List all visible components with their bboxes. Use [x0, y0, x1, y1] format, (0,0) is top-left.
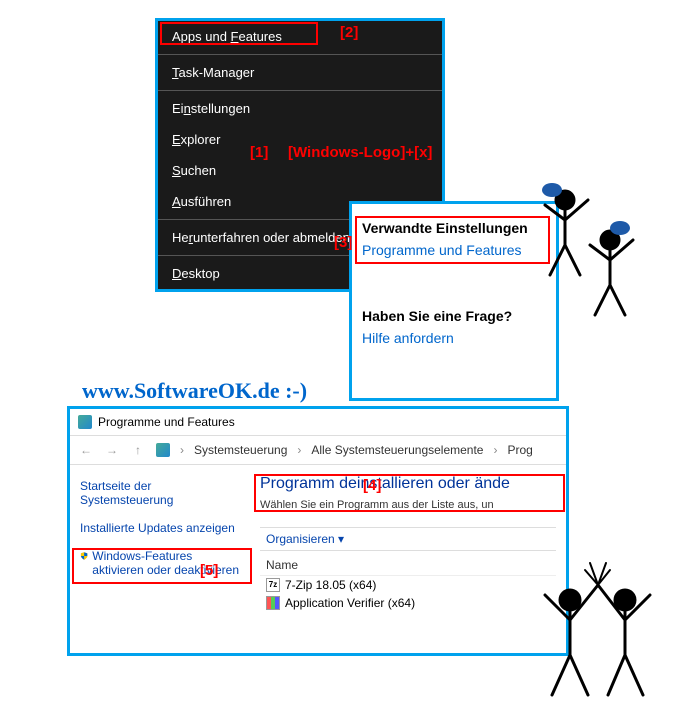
- annotation-4: [4]: [363, 477, 381, 494]
- crumb-sep-icon: ›: [297, 443, 301, 457]
- 7zip-icon: 7z: [266, 578, 280, 592]
- crumb-sep-icon: ›: [180, 443, 184, 457]
- annotation-5: [5]: [200, 562, 218, 579]
- forward-button[interactable]: →: [104, 442, 120, 458]
- program-name: 7-Zip 18.05 (x64): [285, 578, 376, 592]
- menu-item-task-manager[interactable]: Task-Manager: [158, 57, 442, 88]
- up-button[interactable]: ↑: [130, 442, 146, 458]
- window-titlebar: Programme und Features: [70, 409, 566, 436]
- annotation-1-hint: [Windows-Logo]+[x]: [288, 144, 432, 161]
- watermark-text: www.SoftwareOK.de :-): [82, 378, 307, 404]
- highlight-box-3: [355, 216, 550, 264]
- back-button[interactable]: ←: [78, 442, 94, 458]
- highlight-box-5: [72, 548, 252, 584]
- programs-features-window: Programme und Features ← → ↑ › Systemste…: [67, 406, 569, 656]
- menu-item-settings[interactable]: Einstellungen: [158, 93, 442, 124]
- annotation-3: [3]: [334, 234, 352, 251]
- program-row[interactable]: Application Verifier (x64): [260, 594, 556, 612]
- sidebar-link-home[interactable]: Startseite der Systemsteuerung: [80, 479, 240, 507]
- crumb-sep-icon: ›: [493, 443, 497, 457]
- highlight-box-2: [160, 22, 318, 45]
- program-row[interactable]: 7z 7-Zip 18.05 (x64): [260, 576, 556, 594]
- control-panel-icon: [156, 443, 170, 457]
- breadcrumb-item[interactable]: Alle Systemsteuerungselemente: [311, 443, 483, 457]
- breadcrumb-item[interactable]: Systemsteuerung: [194, 443, 287, 457]
- question-heading: Haben Sie eine Frage?: [362, 308, 546, 324]
- annotation-2: [2]: [340, 24, 358, 41]
- annotation-1: [1]: [250, 144, 268, 161]
- navigation-bar: ← → ↑ › Systemsteuerung › Alle Systemste…: [70, 436, 566, 465]
- app-icon: [266, 596, 280, 610]
- window-title: Programme und Features: [98, 415, 235, 429]
- organize-button[interactable]: Organisieren ▾: [260, 527, 556, 551]
- menu-separator: [158, 90, 442, 91]
- highlight-box-4: [254, 474, 565, 512]
- control-panel-icon: [78, 415, 92, 429]
- help-link[interactable]: Hilfe anfordern: [362, 330, 546, 346]
- sidebar-link-updates[interactable]: Installierte Updates anzeigen: [80, 521, 240, 535]
- menu-separator: [158, 54, 442, 55]
- program-name: Application Verifier (x64): [285, 596, 415, 610]
- column-header-name[interactable]: Name: [260, 555, 556, 576]
- breadcrumb-item[interactable]: Prog: [507, 443, 532, 457]
